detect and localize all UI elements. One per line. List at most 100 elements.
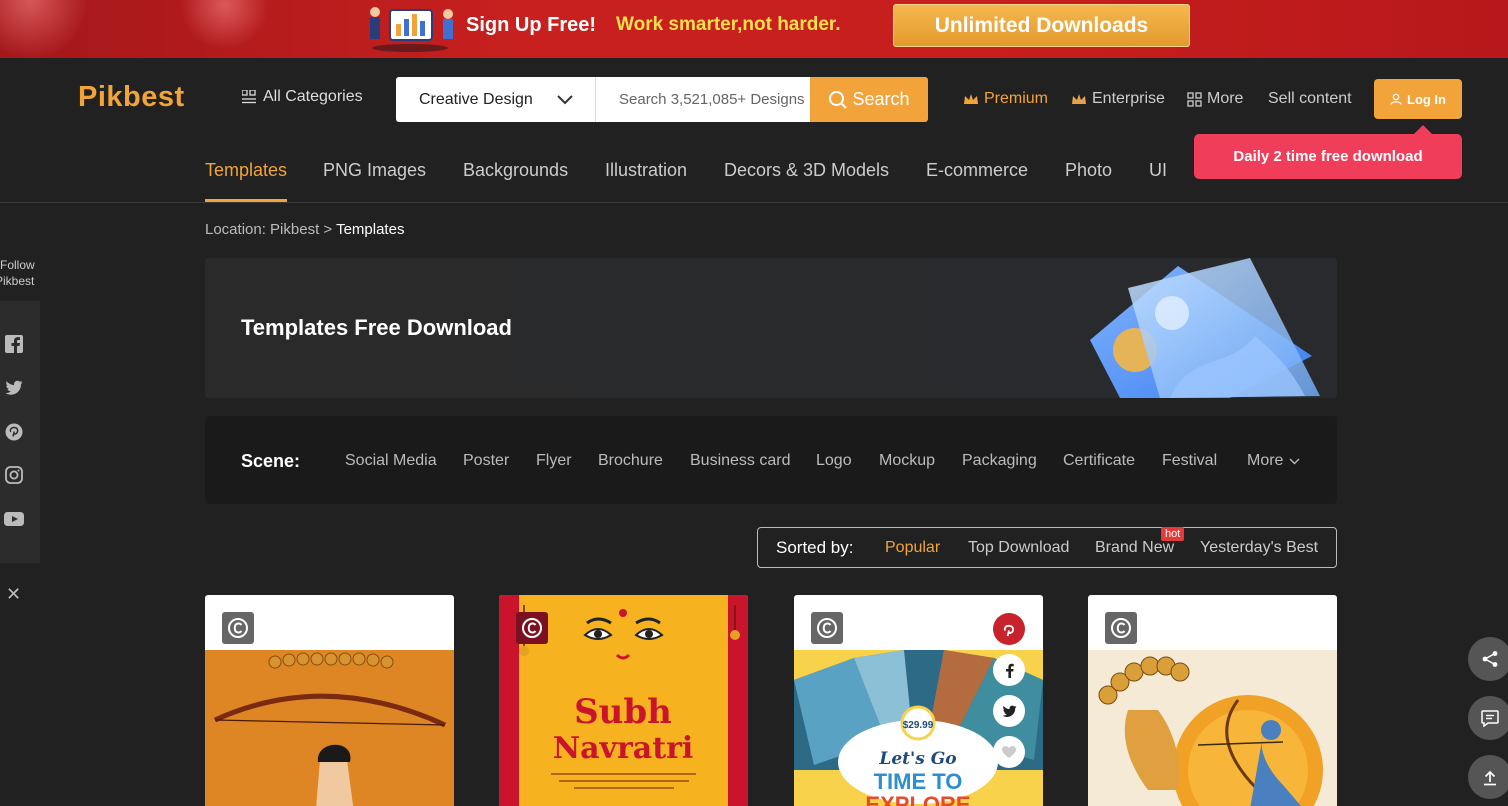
chevron-down-icon	[557, 94, 573, 104]
scene-tag-festival[interactable]: Festival	[1162, 452, 1217, 470]
grid-icon	[1187, 91, 1202, 107]
share-icon	[1482, 651, 1498, 667]
search-type-label: Creative Design	[419, 90, 533, 108]
slogan-text: Work smarter,not harder.	[616, 14, 841, 35]
all-categories-label: All Categories	[263, 88, 363, 105]
template-card[interactable]	[1088, 595, 1337, 806]
breadcrumb-prefix: Location: Pikbest >	[205, 221, 333, 238]
facebook-icon[interactable]	[4, 334, 24, 354]
facebook-icon	[1005, 663, 1014, 678]
twitter-share-button[interactable]	[993, 695, 1025, 727]
instagram-icon[interactable]	[4, 465, 24, 485]
share-button[interactable]	[1468, 637, 1508, 681]
sort-yesterdays-best[interactable]: Yesterday's Best	[1200, 539, 1318, 557]
banner-glow	[0, 0, 90, 58]
chat-icon	[1481, 709, 1499, 727]
upload-button[interactable]	[1468, 755, 1508, 799]
facebook-share-button[interactable]	[993, 654, 1025, 686]
close-icon[interactable]: ✕	[6, 584, 21, 605]
follow-label: Follow Pikbest	[0, 257, 40, 289]
chevron-down-icon	[1289, 458, 1300, 464]
enterprise-link[interactable]: Enterprise	[1071, 90, 1165, 108]
search-type-select[interactable]: Creative Design	[396, 77, 596, 122]
follow-line2: Pikbest	[0, 274, 35, 288]
card-thumbnail	[205, 650, 454, 806]
sell-content-label: Sell content	[1268, 90, 1352, 107]
premium-link[interactable]: Premium	[963, 90, 1048, 108]
card-title: TIME TO	[874, 769, 963, 794]
copyright-icon	[222, 612, 254, 644]
youtube-icon[interactable]	[4, 509, 24, 529]
sort-popular[interactable]: Popular	[885, 539, 940, 557]
card-title: Subh	[574, 692, 672, 732]
search-bar: Creative Design Search	[396, 77, 928, 122]
scene-tag-business-card[interactable]: Business card	[690, 452, 791, 470]
scene-tag-poster[interactable]: Poster	[463, 452, 509, 470]
hot-badge: hot	[1161, 527, 1185, 541]
scene-label: Scene:	[241, 451, 301, 471]
upload-icon	[1484, 770, 1496, 785]
user-icon	[1390, 93, 1402, 105]
breadcrumb-current: Templates	[336, 221, 405, 238]
all-categories-button[interactable]: All Categories	[242, 88, 363, 106]
search-button[interactable]: Search	[810, 77, 928, 122]
pinterest-icon	[1003, 624, 1014, 637]
twitter-icon[interactable]	[4, 378, 24, 398]
tab-png-images[interactable]: PNG Images	[323, 160, 426, 181]
pikbest-logo[interactable]: Pikbest	[78, 81, 185, 114]
favorite-button[interactable]	[993, 736, 1025, 768]
search-input[interactable]	[596, 77, 810, 122]
promo-banner[interactable]: Sign Up Free! Work smarter,not harder. U…	[0, 0, 1508, 58]
scene-tag-logo[interactable]: Logo	[816, 452, 852, 470]
site-header: Pikbest All Categories Creative Design S…	[0, 58, 1508, 179]
enterprise-crown-icon	[1072, 93, 1086, 104]
enterprise-label: Enterprise	[1092, 90, 1165, 107]
card-thumbnail	[1088, 650, 1337, 806]
tab-photo[interactable]: Photo	[1065, 160, 1112, 181]
tab-illustration[interactable]: Illustration	[605, 160, 687, 181]
login-button[interactable]: Log In	[1374, 79, 1462, 119]
tab-decors-3d-models[interactable]: Decors & 3D Models	[724, 160, 889, 181]
follow-line1: Follow	[0, 258, 35, 272]
scene-filter: Scene: Social Media Poster Flyer Brochur…	[205, 416, 1337, 504]
sort-label: Sorted by:	[776, 538, 854, 557]
template-card[interactable]	[205, 595, 454, 806]
promo-illustration	[370, 7, 453, 52]
cards-illustration	[1090, 258, 1320, 398]
social-sidebar	[0, 301, 40, 563]
copyright-icon	[811, 612, 843, 644]
sort-bar: Sorted by: Popular Top Download Brand Ne…	[757, 527, 1337, 568]
tab-e-commerce[interactable]: E-commerce	[926, 160, 1028, 181]
more-menu[interactable]: More	[1187, 90, 1243, 108]
tab-templates[interactable]: Templates	[205, 160, 288, 202]
page-title: Templates Free Download	[241, 315, 512, 340]
scene-more-button[interactable]: More	[1247, 452, 1300, 470]
scene-tag-mockup[interactable]: Mockup	[879, 452, 935, 470]
crown-icon	[964, 93, 978, 104]
template-card[interactable]: $29.99 Let's Go TIME TO EXPLORE	[794, 595, 1043, 806]
copyright-icon	[1105, 612, 1137, 644]
scene-tag-brochure[interactable]: Brochure	[598, 452, 663, 470]
tab-ui[interactable]: UI	[1149, 160, 1167, 181]
unlimited-downloads-button[interactable]: Unlimited Downloads	[893, 4, 1190, 47]
sort-brand-new[interactable]: Brand New	[1095, 539, 1174, 557]
pinterest-share-button[interactable]	[993, 613, 1025, 645]
sort-top-download[interactable]: Top Download	[968, 539, 1069, 557]
scene-tag-certificate[interactable]: Certificate	[1063, 452, 1135, 470]
twitter-icon	[1002, 705, 1016, 717]
feedback-button[interactable]	[1468, 696, 1508, 740]
pinterest-icon[interactable]	[4, 422, 24, 442]
scene-tag-flyer[interactable]: Flyer	[536, 452, 572, 470]
sell-content-link[interactable]: Sell content	[1268, 90, 1352, 108]
more-label: More	[1207, 90, 1244, 107]
scene-tag-social-media[interactable]: Social Media	[345, 452, 437, 470]
tab-backgrounds[interactable]: Backgrounds	[463, 160, 568, 181]
premium-label: Premium	[984, 90, 1049, 107]
template-card[interactable]: Subh Navratri	[499, 595, 748, 806]
breadcrumb: Location: Pikbest > Templates	[205, 221, 404, 238]
scene-tag-packaging[interactable]: Packaging	[962, 452, 1037, 470]
grid-list-icon	[242, 90, 256, 104]
hero-banner: Templates Free Download	[205, 258, 1337, 398]
free-download-tooltip: Daily 2 time free download	[1194, 125, 1462, 179]
banner-glow	[180, 0, 270, 50]
